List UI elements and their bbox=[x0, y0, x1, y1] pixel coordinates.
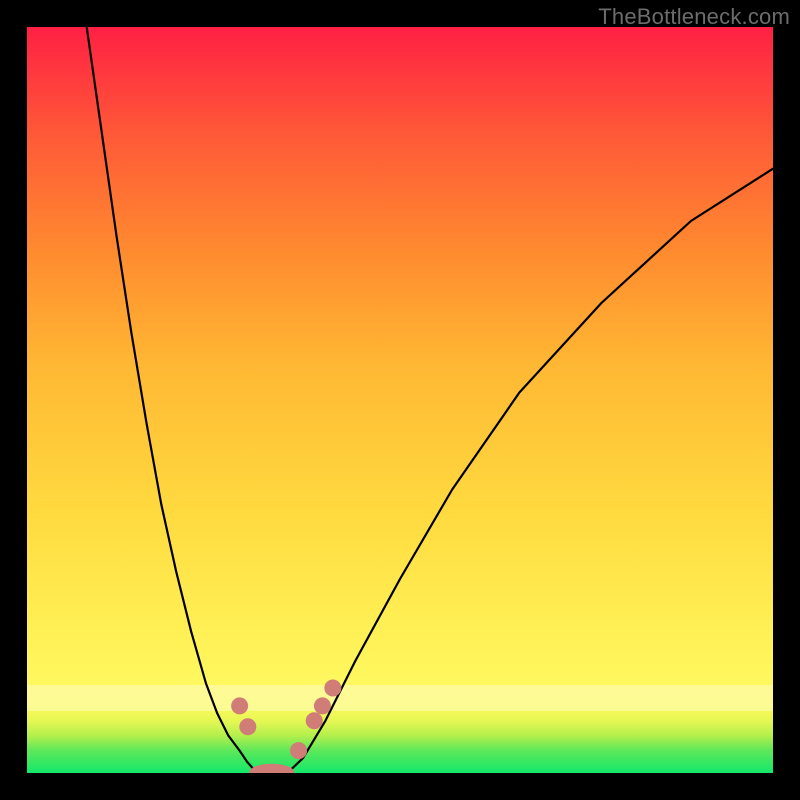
left-lower-dot bbox=[240, 719, 256, 735]
chart-frame: TheBottleneck.com bbox=[0, 0, 800, 800]
plot-area bbox=[27, 27, 773, 773]
curve-left bbox=[87, 27, 259, 772]
right-mid1-dot bbox=[306, 713, 322, 729]
right-high-dot bbox=[325, 680, 341, 696]
curve-overlay bbox=[27, 27, 773, 773]
markers bbox=[232, 680, 341, 773]
left-upper-dot bbox=[232, 698, 248, 714]
curve-right bbox=[288, 169, 773, 773]
bottom-oval bbox=[250, 764, 294, 773]
right-low-dot bbox=[291, 743, 307, 759]
watermark-text: TheBottleneck.com bbox=[598, 4, 790, 30]
right-mid2-dot bbox=[314, 698, 330, 714]
